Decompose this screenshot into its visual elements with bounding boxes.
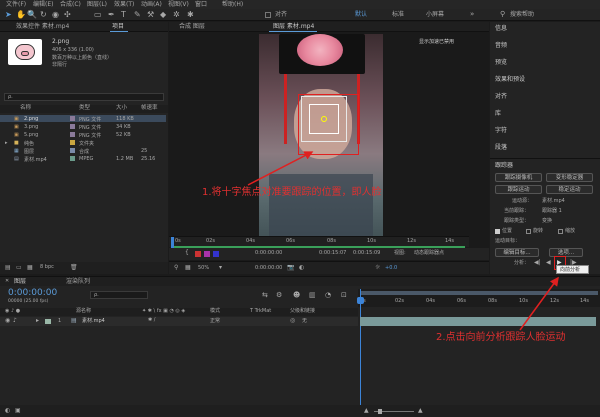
annotation-note-1: 1.将十字焦点对准要跟踪的位置，即人脸: [202, 187, 382, 198]
arrow-to-face: [247, 151, 314, 186]
arrow-to-analyze: [519, 276, 559, 331]
annotation-arrows: [247, 151, 559, 331]
annotation-note-2: 2.点击向前分析跟踪人脸运动: [436, 332, 566, 343]
